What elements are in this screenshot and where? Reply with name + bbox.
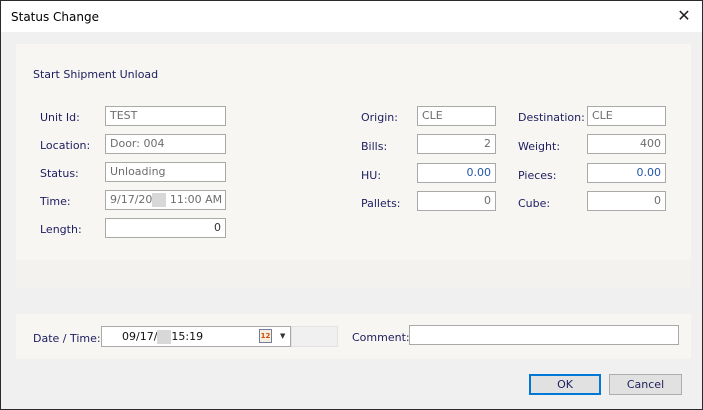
weight-label: Weight:	[518, 140, 561, 153]
cancel-button[interactable]: Cancel	[609, 374, 682, 395]
hu-field[interactable]: 0.00	[417, 163, 496, 183]
time-label: Time:	[40, 195, 71, 208]
date-time-label: Date / Time:	[33, 332, 101, 345]
unit-id-field[interactable]: TEST	[105, 106, 226, 126]
length-label: Length:	[40, 223, 82, 236]
time-field[interactable]: 9/17/20 11:00 AM	[105, 190, 226, 210]
panel-lower-band	[16, 260, 691, 288]
time-clock: 11:00 AM	[169, 193, 223, 206]
length-field[interactable]: 0	[105, 218, 226, 238]
comment-input[interactable]	[409, 325, 679, 345]
dialog-title: Status Change	[11, 10, 99, 24]
calendar-icon[interactable]: 12	[259, 329, 272, 343]
bills-label: Bills:	[361, 140, 388, 153]
pieces-field[interactable]: 0.00	[587, 163, 666, 183]
pieces-label: Pieces:	[518, 169, 557, 182]
destination-label: Destination:	[518, 111, 585, 124]
time-date: 9/17/20	[110, 193, 153, 206]
origin-field[interactable]: CLE	[417, 106, 496, 126]
location-field[interactable]: Door: 004	[105, 134, 226, 154]
redacted-mask	[157, 330, 172, 344]
redacted-mask	[152, 193, 167, 207]
cube-field[interactable]: 0	[587, 191, 666, 211]
date-value: 09/17/	[122, 330, 158, 343]
origin-label: Origin:	[361, 111, 398, 124]
section-heading: Start Shipment Unload	[33, 68, 159, 81]
cube-label: Cube:	[518, 197, 551, 210]
pallets-label: Pallets:	[361, 197, 401, 210]
title-bar: Status Change ✕	[1, 1, 702, 32]
comment-label: Comment:	[352, 331, 410, 344]
unit-id-label: Unit Id:	[40, 111, 80, 124]
weight-field[interactable]: 400	[587, 134, 666, 154]
status-label: Status:	[40, 167, 79, 180]
destination-field[interactable]: CLE	[587, 106, 666, 126]
date-time-picker[interactable]: 09/17/15:19 12 ▼	[101, 326, 291, 347]
location-label: Location:	[40, 139, 91, 152]
pallets-field[interactable]: 0	[417, 191, 496, 211]
date-spacer	[291, 326, 338, 347]
bills-field[interactable]: 2	[417, 134, 496, 154]
status-field[interactable]: Unloading	[105, 162, 226, 182]
time-value: 15:19	[171, 330, 204, 343]
ok-button[interactable]: OK	[529, 374, 601, 395]
chevron-down-icon[interactable]: ▼	[280, 327, 285, 346]
hu-label: HU:	[361, 169, 382, 182]
close-icon[interactable]: ✕	[674, 6, 694, 26]
